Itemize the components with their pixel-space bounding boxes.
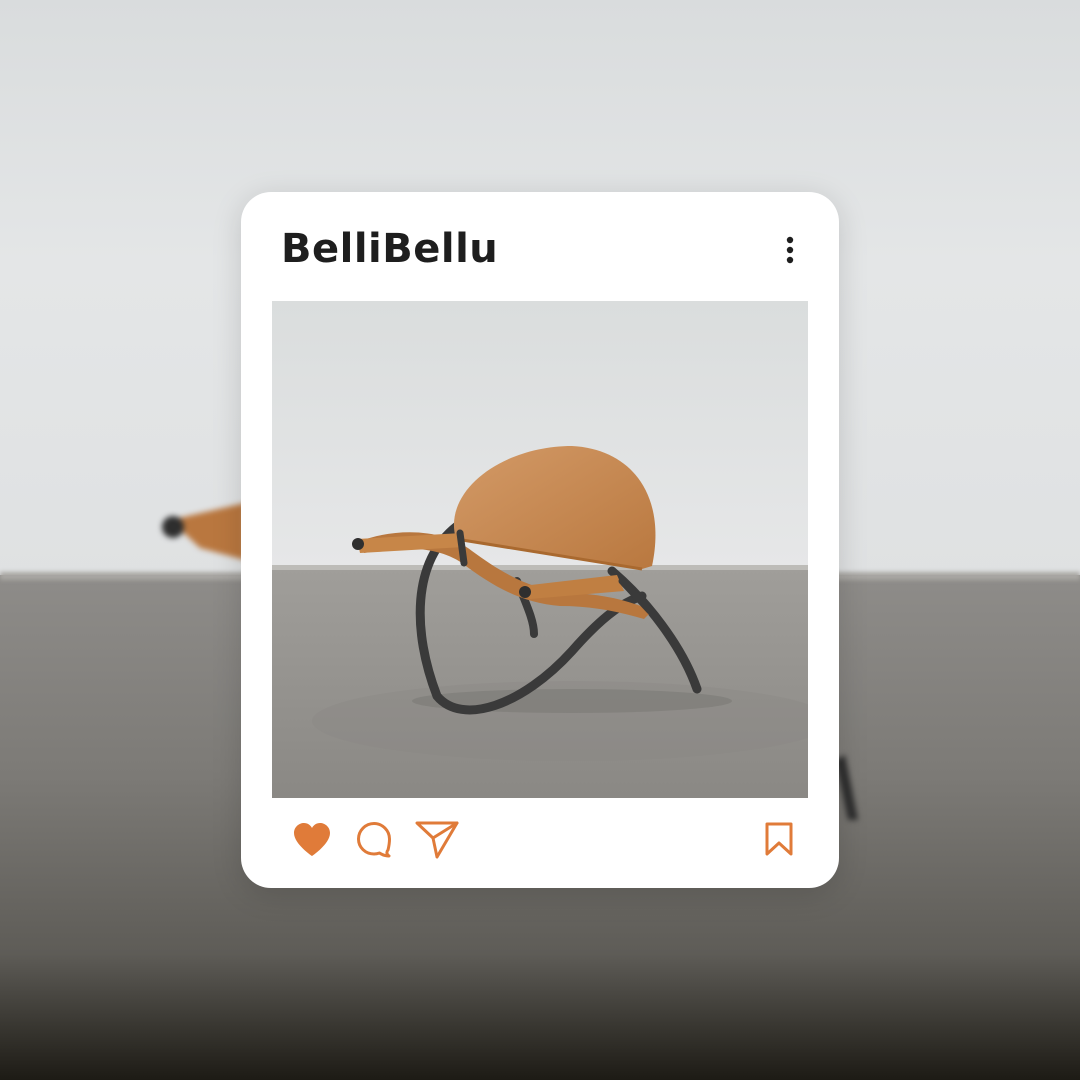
like-button[interactable] [290, 820, 334, 860]
share-button[interactable] [414, 818, 460, 860]
vertical-ellipsis-icon [786, 236, 794, 264]
post-username[interactable]: BelliBellu [281, 224, 498, 274]
post-image[interactable] [272, 301, 808, 798]
paper-plane-icon [415, 821, 459, 859]
save-button[interactable] [760, 818, 798, 860]
bookmark-icon [765, 822, 793, 856]
comment-button[interactable] [354, 818, 394, 860]
heart-icon [294, 823, 330, 856]
chair-photo [272, 301, 808, 798]
more-options-button[interactable] [774, 230, 806, 270]
speech-bubble-icon [357, 822, 391, 858]
